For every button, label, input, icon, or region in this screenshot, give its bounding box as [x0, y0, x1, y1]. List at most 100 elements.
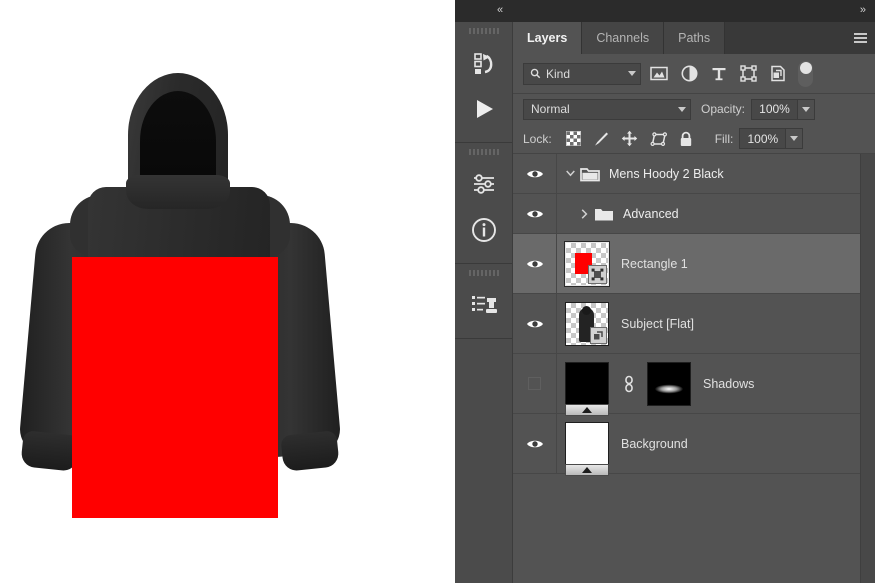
layer-name: Background: [621, 436, 688, 451]
filter-pixel-icon[interactable]: [650, 66, 668, 81]
lock-transparent-pixels-icon[interactable]: [565, 131, 581, 146]
layer-thumbnail[interactable]: [565, 421, 609, 476]
thumbnail-base-arrow-icon: [582, 406, 592, 413]
lock-artboard-nesting-icon[interactable]: [650, 131, 667, 147]
table-row[interactable]: Mens Hoody 2 Black: [513, 154, 860, 194]
vector-shape-badge-icon: [588, 264, 607, 284]
table-row[interactable]: Background: [513, 414, 860, 476]
lock-icons: [565, 130, 693, 147]
opacity-input[interactable]: 100%: [751, 98, 799, 120]
table-row[interactable]: Subject [Flat]: [513, 294, 860, 354]
libraries-clone-source-icon[interactable]: [455, 282, 513, 328]
fill-input[interactable]: 100%: [739, 128, 787, 149]
mask-black-fill: [648, 362, 690, 405]
mask-white-glow: [655, 384, 683, 394]
chevron-down-icon[interactable]: [678, 106, 686, 112]
tab-paths-label: Paths: [678, 31, 711, 45]
layer-thumbnail[interactable]: [564, 240, 610, 287]
filter-kind-select[interactable]: Kind: [523, 62, 641, 85]
layer-list-scrollbar[interactable]: [860, 154, 875, 583]
table-row[interactable]: Shadows: [513, 354, 860, 416]
layer-row-content: Background: [557, 421, 860, 476]
drag-handle[interactable]: [468, 149, 499, 155]
tab-layers[interactable]: Layers: [513, 22, 583, 54]
hamburger-menu-icon[interactable]: [845, 22, 875, 54]
layer-row-content: Advanced: [557, 206, 860, 222]
layer-visibility-toggle[interactable]: [513, 294, 557, 353]
fill-stepper-chevron-down-icon[interactable]: [786, 128, 804, 149]
opacity-label: Opacity:: [701, 102, 746, 116]
lock-image-pixels-brush-icon[interactable]: [593, 131, 609, 147]
blend-mode-select[interactable]: Normal: [523, 98, 691, 120]
fill-label: Fill:: [714, 131, 734, 146]
double-chevron-left-icon[interactable]: «: [497, 4, 503, 16]
layer-row-content: Subject [Flat]: [557, 301, 860, 346]
lock-all-padlock-icon[interactable]: [679, 131, 693, 147]
layer-mask-thumbnail[interactable]: [647, 361, 691, 406]
layers-panel: Layers Channels Paths Kind Normal Opacit…: [513, 22, 875, 583]
link-chain-icon[interactable]: [621, 375, 637, 393]
eye-icon: [526, 440, 543, 447]
thumbnail-base-bar: [565, 463, 609, 476]
filter-enable-toggle[interactable]: [798, 60, 813, 87]
tab-channels[interactable]: Channels: [582, 22, 665, 54]
eye-icon: [526, 320, 543, 327]
filter-type-icon[interactable]: [711, 66, 727, 82]
table-row[interactable]: Advanced: [513, 194, 860, 234]
panel-dock: « » Layers Channels Paths Kind Normal Op…: [455, 0, 875, 583]
double-chevron-right-icon[interactable]: »: [860, 4, 866, 16]
rail-group-adjustments-info: [455, 143, 512, 264]
layer-row-content: Shadows: [557, 361, 860, 416]
eye-off-icon: [528, 377, 541, 390]
layer-name: Rectangle 1: [621, 256, 688, 271]
table-row[interactable]: Rectangle 1: [513, 234, 860, 294]
eye-icon: [526, 260, 543, 267]
rail-group-clone-source: [455, 264, 512, 339]
layer-visibility-toggle[interactable]: [513, 194, 557, 233]
folder-open-icon: [580, 166, 600, 182]
drag-handle[interactable]: [468, 270, 499, 276]
layer-visibility-toggle[interactable]: [513, 354, 557, 413]
layer-list[interactable]: Mens Hoody 2 Black Advanced Rectangle 1 …: [513, 154, 860, 583]
thumbnail-black-fill: [566, 362, 608, 405]
filter-smart-object-icon[interactable]: [770, 65, 786, 82]
layer-row-content: Rectangle 1: [557, 240, 860, 287]
lock-position-move-icon[interactable]: [621, 130, 638, 147]
layer-thumbnail[interactable]: [565, 301, 609, 346]
layer-visibility-toggle[interactable]: [513, 154, 557, 193]
lock-label: Lock:: [523, 131, 552, 146]
document-canvas[interactable]: [0, 0, 455, 583]
red-rectangle-overlay[interactable]: [72, 257, 278, 518]
layer-visibility-toggle[interactable]: [513, 234, 557, 293]
rail-group-history-actions: [455, 22, 512, 143]
layer-visibility-toggle[interactable]: [513, 414, 557, 473]
photoshop-window: « » Layers Channels Paths Kind Normal Op…: [0, 0, 875, 583]
layer-name: Mens Hoody 2 Black: [609, 166, 724, 181]
layer-row-content: Mens Hoody 2 Black: [557, 166, 860, 182]
layer-thumbnail[interactable]: [565, 361, 609, 416]
adjustments-sliders-icon[interactable]: [455, 161, 513, 207]
chevron-right-icon[interactable]: [579, 208, 590, 219]
history-icon[interactable]: [455, 40, 513, 86]
filter-type-icons: [650, 65, 786, 82]
thumbnail-base-arrow-icon: [582, 466, 592, 473]
opacity-stepper-chevron-down-icon[interactable]: [798, 98, 816, 120]
blend-mode-value: Normal: [531, 102, 570, 116]
info-icon[interactable]: [455, 207, 513, 253]
panel-tab-bar: Layers Channels Paths: [513, 22, 875, 54]
layer-thumbnail-wrapper: [565, 421, 609, 476]
tab-channels-label: Channels: [596, 31, 650, 45]
tab-layers-label: Layers: [527, 31, 568, 45]
filter-adjustment-icon[interactable]: [681, 65, 698, 82]
chevron-down-icon[interactable]: [628, 71, 636, 76]
thumbnail-subject-head: [582, 305, 591, 315]
actions-play-icon[interactable]: [455, 86, 513, 132]
hoody-mockup-artwork: [0, 55, 455, 525]
filter-shape-icon[interactable]: [740, 65, 757, 82]
layer-thumbnail-wrapper: [565, 361, 609, 416]
eye-icon: [526, 210, 543, 217]
chevron-down-icon[interactable]: [565, 170, 576, 177]
drag-handle[interactable]: [468, 28, 499, 34]
tab-paths[interactable]: Paths: [664, 22, 726, 54]
hoody-hood-lip: [126, 175, 230, 209]
